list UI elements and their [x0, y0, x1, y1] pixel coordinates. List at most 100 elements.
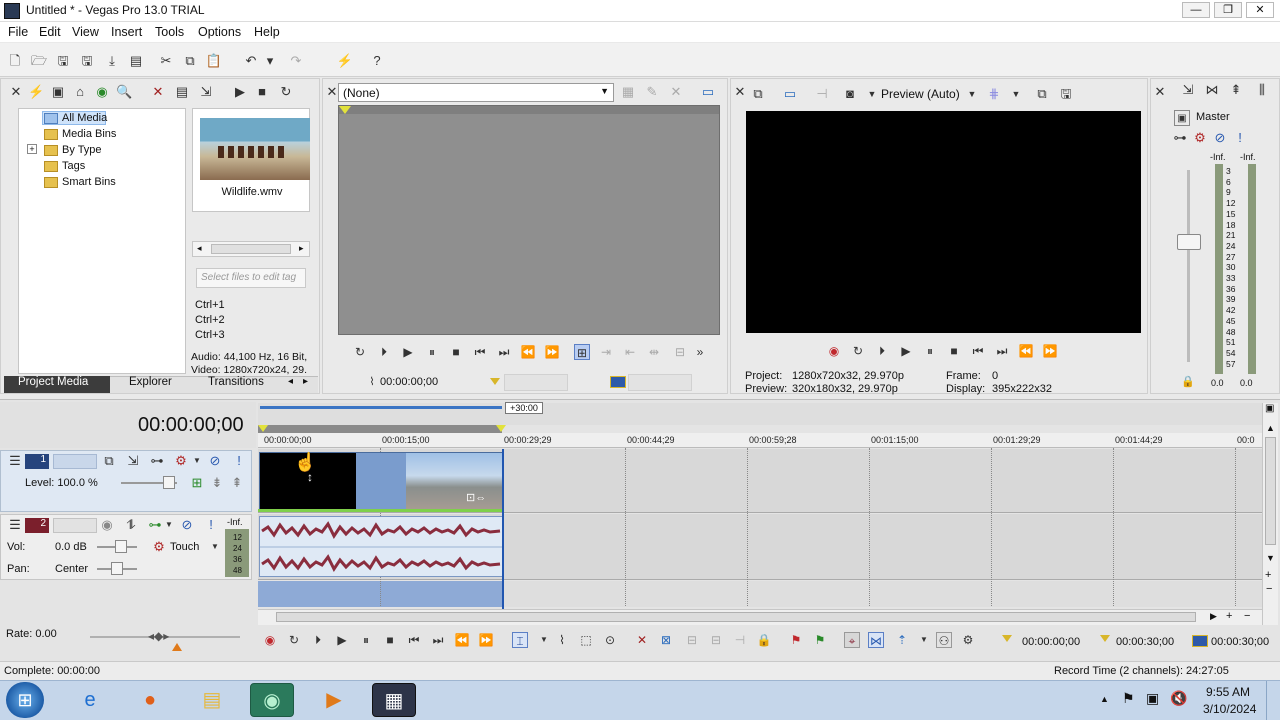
mute-icon[interactable]: ⊘	[207, 453, 223, 469]
rate-slider-thumb[interactable]: ◂◆▸	[148, 629, 169, 643]
minimize-button[interactable]: —	[1182, 2, 1210, 18]
record-icon[interactable]: ◉	[826, 343, 842, 359]
menu-insert[interactable]: Insert	[111, 25, 142, 39]
clock-time[interactable]: 9:55 AM	[1206, 685, 1250, 699]
zoom-in-icon[interactable]: +	[1226, 610, 1232, 622]
volume-icon[interactable]: 🔇	[1170, 690, 1187, 707]
tree-item-media-bins[interactable]: Media Bins	[62, 128, 116, 140]
expand-icon[interactable]: +	[27, 144, 37, 154]
horizontal-scroll-thumb[interactable]	[276, 612, 1196, 622]
chevron-down-icon[interactable]: ▼	[916, 632, 932, 648]
stop-icon[interactable]: ■	[946, 343, 962, 359]
automation-icon[interactable]: ⊶	[149, 453, 165, 469]
play-icon[interactable]: ▶	[898, 343, 914, 359]
start-marker-icon[interactable]	[258, 425, 268, 432]
track-motion-icon[interactable]: ⇲	[125, 453, 141, 469]
scroll-left-icon[interactable]: ◂	[197, 243, 202, 254]
tab-scroll-right-icon[interactable]: ▸	[303, 376, 308, 387]
next-frame-icon[interactable]: ⏩	[1042, 343, 1058, 359]
media-player-icon[interactable]: ▶	[312, 683, 356, 717]
go-to-end-icon[interactable]: ⏭	[994, 343, 1010, 359]
auto-preview-icon[interactable]: ↻	[278, 84, 294, 100]
lock-icon[interactable]: 🔒	[756, 632, 772, 648]
go-to-start-icon[interactable]: ⏮	[406, 632, 422, 648]
close-button[interactable]: ✕	[1246, 2, 1274, 18]
lock-envelopes-icon[interactable]: ⚇	[936, 632, 952, 648]
close-panel-icon[interactable]: ✕	[1152, 84, 1168, 100]
firefox-icon[interactable]: ●	[128, 683, 172, 717]
copy-icon[interactable]: ⧉	[181, 52, 199, 70]
network-icon[interactable]: ▣	[1146, 690, 1159, 707]
event-fx-icon[interactable]: ⊡⇔	[466, 491, 486, 504]
chevron-down-icon[interactable]: ▼	[964, 86, 980, 102]
normal-edit-tool-icon[interactable]: ⌶	[512, 632, 528, 648]
previous-frame-icon[interactable]: ⏪	[1018, 343, 1034, 359]
loop-icon[interactable]: ↻	[850, 343, 866, 359]
master-mute-icon[interactable]: ⊘	[1212, 130, 1228, 146]
play-icon[interactable]: ▶	[400, 344, 416, 360]
zoom-out-icon[interactable]: −	[1244, 610, 1250, 622]
mixer-settings-icon[interactable]: ⫼	[1254, 82, 1270, 98]
level-slider-thumb[interactable]	[163, 476, 175, 489]
open-icon[interactable]: 🗁	[30, 52, 48, 70]
cut-icon[interactable]: ✂	[157, 52, 175, 70]
chevron-down-icon[interactable]: ▼	[189, 453, 205, 469]
invert-phase-icon[interactable]: ⥮	[123, 517, 139, 533]
tree-item-all-media[interactable]: All Media	[62, 112, 107, 124]
tab-scroll-left-icon[interactable]: ◂	[288, 376, 293, 387]
menu-tools[interactable]: Tools	[155, 25, 184, 39]
make-compositing-parent-icon[interactable]: ⇞	[229, 475, 245, 491]
pan-slider-thumb[interactable]	[111, 562, 123, 575]
clock-date[interactable]: 3/10/2024	[1203, 702, 1256, 716]
new-icon[interactable]: 🗋	[6, 52, 24, 70]
save-snapshot-icon[interactable]: 🖫	[1058, 86, 1074, 102]
app-taskbar-icon[interactable]: ◉	[250, 683, 294, 717]
save-icon[interactable]: 🖫	[54, 52, 72, 70]
stop-icon[interactable]: ■	[448, 344, 464, 360]
tab-transitions[interactable]: Transitions	[208, 376, 264, 388]
audio-track-header[interactable]: ☰ 2 ◉ ⥮ ⊶ ▼ ⊘ ! -Inf. Vol: 0.0 dB ⚙ Touc…	[0, 514, 252, 580]
properties-icon[interactable]: ▤	[174, 84, 190, 100]
close-panel-icon[interactable]: ✕	[8, 84, 24, 100]
composite-mode-icon[interactable]: ⧉	[101, 453, 117, 469]
preview-properties-icon[interactable]: ⧉	[750, 86, 766, 102]
selection-tool-icon[interactable]: ⬚	[578, 632, 594, 648]
chevron-down-icon[interactable]: ▼	[207, 539, 223, 555]
chevron-down-icon[interactable]: ▼	[536, 632, 552, 648]
mute-icon[interactable]: ⊘	[179, 517, 195, 533]
add-before-icon[interactable]: ⇤	[622, 344, 638, 360]
mixer-properties-icon[interactable]: ⇲	[1180, 82, 1196, 98]
trimmer-display-icon[interactable]: ▭	[700, 84, 716, 100]
selection-start-field[interactable]	[504, 374, 568, 391]
make-compositing-child-icon[interactable]: ⇟	[209, 475, 225, 491]
loop-icon[interactable]: ↻	[286, 632, 302, 648]
undo-icon[interactable]: ↶	[242, 52, 260, 70]
menu-options[interactable]: Options	[198, 25, 241, 39]
show-hidden-icons[interactable]: ▲	[1100, 694, 1109, 704]
next-frame-icon[interactable]: ⏩	[478, 632, 494, 648]
horizontal-scrollbar[interactable]: ◂ ▸	[192, 241, 310, 257]
split-screen-icon[interactable]: ⊣	[814, 86, 830, 102]
vertical-scroll-thumb[interactable]	[1265, 437, 1276, 545]
previous-frame-icon[interactable]: ⏪	[454, 632, 470, 648]
solo-icon[interactable]: !	[231, 453, 247, 469]
menu-edit[interactable]: Edit	[39, 25, 61, 39]
search-media-icon[interactable]: 🔍	[116, 84, 132, 100]
downmix-icon[interactable]: ⋈	[1204, 82, 1220, 98]
track-fx-icon[interactable]: ⚙	[151, 539, 167, 555]
go-to-start-icon[interactable]: ⏮	[970, 343, 986, 359]
track-minimize-icon[interactable]: ☰	[7, 517, 23, 533]
trimmer-delete-icon[interactable]: ✕	[668, 84, 684, 100]
master-solo-icon[interactable]: !	[1232, 130, 1248, 146]
menu-view[interactable]: View	[72, 25, 99, 39]
next-frame-icon[interactable]: ⏩	[544, 344, 560, 360]
tree-item-by-type[interactable]: By Type	[62, 144, 102, 156]
master-automation-icon[interactable]: ⊶	[1172, 130, 1188, 146]
tree-item-smart-bins[interactable]: Smart Bins	[62, 176, 116, 188]
scroll-down-icon[interactable]: ▼	[1266, 553, 1275, 563]
dim-icon[interactable]: ⇞	[1228, 82, 1244, 98]
undo-dropdown-icon[interactable]: ▾	[264, 52, 276, 70]
scroll-thumb[interactable]	[211, 244, 291, 254]
chevron-down-icon[interactable]: ▼	[600, 86, 609, 96]
play-preview-icon[interactable]: ▶	[232, 84, 248, 100]
